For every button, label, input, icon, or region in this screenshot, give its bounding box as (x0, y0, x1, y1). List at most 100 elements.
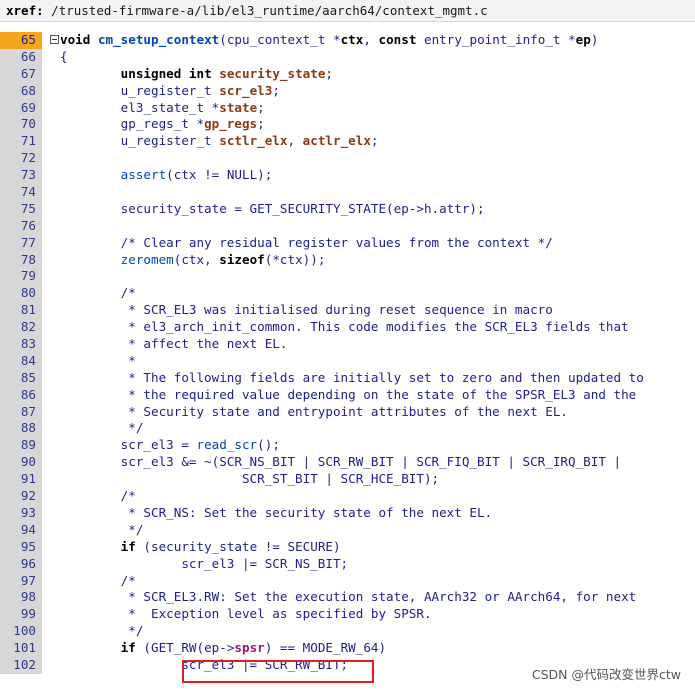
code-line: 70 gp_regs_t *gp_regs; (0, 116, 695, 134)
code-text: if (security_state != SECURE) (120, 538, 341, 554)
xref-bar: xref: /trusted-firmware-a/lib/el3_runtim… (0, 0, 695, 22)
line-number-link[interactable]: 72 (0, 150, 42, 168)
line-number-link[interactable]: 67 (0, 65, 42, 83)
code-line: 77 /* Clear any residual register values… (0, 234, 695, 252)
line-number-link[interactable]: 91 (0, 471, 42, 489)
code-text: if (GET_RW(ep->spsr) == MODE_RW_64) (120, 640, 387, 656)
code-line: 96 scr_el3 |= SCR_NS_BIT; (0, 555, 695, 573)
code-line: 89 scr_el3 = read_scr(); (0, 437, 695, 455)
code-comment: /* (60, 285, 136, 301)
code-line: 95 if (security_state != SECURE) (0, 538, 695, 556)
code-line: 97 /* (0, 572, 695, 590)
line-number-link[interactable]: 90 (0, 454, 42, 472)
code-line: 94 */ (0, 521, 695, 539)
code-text: unsigned int security_state; (120, 65, 334, 81)
csdn-watermark: CSDN @代码改变世界ctw (531, 667, 681, 682)
code-line: 86 * the required value depending on the… (0, 386, 695, 404)
line-number-link[interactable]: 87 (0, 403, 42, 421)
line-number-link[interactable]: 81 (0, 302, 42, 320)
code-line: 78 zeromem(ctx, sizeof(*ctx)); (0, 251, 695, 269)
line-number-link[interactable]: 95 (0, 538, 42, 556)
code-text: assert(ctx != NULL); (120, 167, 273, 183)
code-line: 73 assert(ctx != NULL); (0, 167, 695, 185)
line-number-link[interactable]: 75 (0, 200, 42, 218)
code-comment: /* Clear any residual register values fr… (60, 234, 553, 250)
line-number-link[interactable]: 94 (0, 521, 42, 539)
line-number-link[interactable]: 77 (0, 234, 42, 252)
code-line: 76 (0, 217, 695, 235)
code-comment: */ (60, 521, 144, 537)
code-line: 82 * el3_arch_init_common. This code mod… (0, 319, 695, 337)
code-line: 66 { (0, 48, 695, 66)
code-line: 80 /* (0, 285, 695, 303)
line-number-link[interactable]: 93 (0, 504, 42, 522)
code-line: 71 u_register_t sctlr_elx, actlr_elx; (0, 133, 695, 151)
line-number-link[interactable]: 88 (0, 420, 42, 438)
code-text: scr_el3 = read_scr(); (60, 437, 280, 453)
line-number-link[interactable]: 99 (0, 606, 42, 624)
code-line: 93 * SCR_NS: Set the security state of t… (0, 504, 695, 522)
code-comment: /* (60, 488, 136, 504)
xref-label: xref: (6, 3, 44, 18)
line-number-link[interactable]: 100 (0, 623, 42, 641)
line-number-link[interactable]: 89 (0, 437, 42, 455)
code-comment: * the required value depending on the st… (60, 386, 637, 402)
code-line: 98 * SCR_EL3.RW: Set the execution state… (0, 589, 695, 607)
code-line: 65 void cm_setup_context(cpu_context_t *… (0, 32, 695, 49)
line-number-link[interactable]: 86 (0, 386, 42, 404)
code-text: scr_el3 |= SCR_NS_BIT; (60, 555, 349, 571)
code-comment: /* (60, 572, 136, 588)
code-line: 74 (0, 184, 695, 201)
code-text: security_state = GET_SECURITY_STATE(ep->… (60, 200, 485, 216)
line-number-link[interactable]: 82 (0, 319, 42, 337)
code-line: 87 * Security state and entrypoint attri… (0, 403, 695, 421)
line-number-link[interactable]: 85 (0, 369, 42, 387)
code-text: void cm_setup_context(cpu_context_t *ctx… (60, 32, 599, 47)
fold-toggle-icon[interactable] (50, 35, 59, 44)
line-number-link[interactable]: 73 (0, 167, 42, 185)
line-number-link[interactable]: 83 (0, 336, 42, 353)
line-number-link[interactable]: 97 (0, 572, 42, 590)
code-line: 83 * affect the next EL. (0, 336, 695, 353)
code-line: 91 SCR_ST_BIT | SCR_HCE_BIT); (0, 471, 695, 489)
code-comment: * affect the next EL. (60, 336, 288, 352)
code-line: 67 unsigned int security_state; (0, 65, 695, 83)
line-number-link[interactable]: 76 (0, 217, 42, 235)
code-line: 75 security_state = GET_SECURITY_STATE(e… (0, 200, 695, 218)
line-number-link[interactable]: 96 (0, 555, 42, 573)
code-text: SCR_ST_BIT | SCR_HCE_BIT); (60, 471, 440, 487)
code-line: 69 el3_state_t *state; (0, 99, 695, 117)
code-line: 101 if (GET_RW(ep->spsr) == MODE_RW_64) (0, 640, 695, 657)
code-line: 72 (0, 150, 695, 168)
line-number-link[interactable]: 74 (0, 184, 42, 201)
line-number-link[interactable]: 65 (0, 32, 42, 49)
code-line: 81 * SCR_EL3 was initialised during rese… (0, 302, 695, 320)
code-comment: * Exception level as specified by SPSR. (60, 606, 432, 622)
line-number-link[interactable]: 80 (0, 285, 42, 303)
code-text: zeromem(ctx, sizeof(*ctx)); (120, 251, 326, 267)
line-number-link[interactable]: 68 (0, 82, 42, 100)
line-number-link[interactable]: 69 (0, 99, 42, 117)
line-number-link[interactable]: 70 (0, 116, 42, 134)
line-number-link[interactable]: 79 (0, 268, 42, 286)
line-number-link[interactable]: 92 (0, 488, 42, 505)
line-number-link[interactable]: 101 (0, 640, 42, 657)
line-number-link[interactable]: 78 (0, 251, 42, 269)
line-number-link[interactable]: 98 (0, 589, 42, 607)
line-number-link[interactable]: 84 (0, 352, 42, 370)
highlight-annotation-box (182, 660, 374, 683)
code-text: u_register_t sctlr_elx, actlr_elx; (60, 133, 379, 149)
code-line: 85 * The following fields are initially … (0, 369, 695, 387)
line-number-link[interactable]: 66 (0, 48, 42, 66)
xref-path-link[interactable]: /trusted-firmware-a/lib/el3_runtime/aarc… (51, 3, 488, 18)
code-line: 92 /* (0, 488, 695, 505)
code-text: scr_el3 &= ~(SCR_NS_BIT | SCR_RW_BIT | S… (60, 454, 622, 470)
code-line: 90 scr_el3 &= ~(SCR_NS_BIT | SCR_RW_BIT … (0, 454, 695, 472)
code-line: 88 */ (0, 420, 695, 438)
line-number-link[interactable]: 102 (0, 656, 42, 674)
code-text: gp_regs_t *gp_regs; (60, 116, 265, 132)
code-line: 68 u_register_t scr_el3; (0, 82, 695, 100)
code-comment: * SCR_NS: Set the security state of the … (60, 504, 493, 520)
code-line: 99 * Exception level as specified by SPS… (0, 606, 695, 624)
line-number-link[interactable]: 71 (0, 133, 42, 151)
